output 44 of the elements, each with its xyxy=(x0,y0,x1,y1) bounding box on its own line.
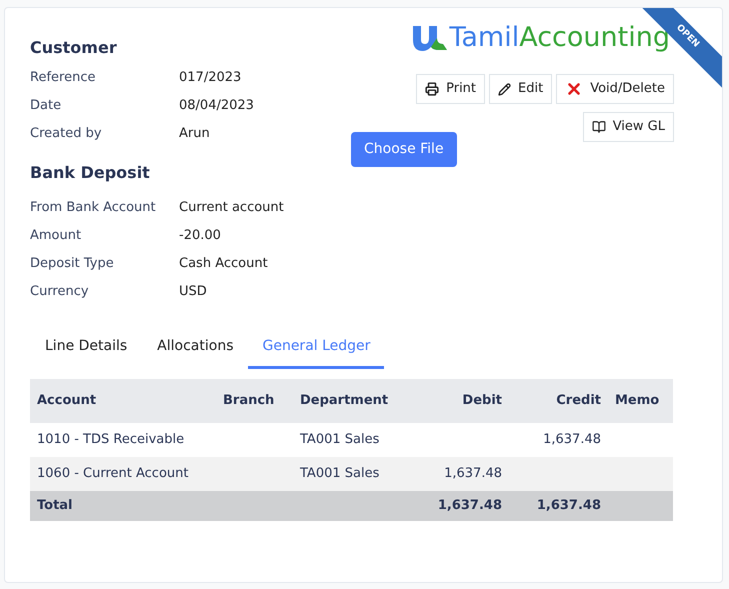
column-header: Memo xyxy=(614,392,660,410)
field-label: From Bank Account xyxy=(30,199,157,218)
choose-file-button[interactable]: Choose File xyxy=(351,132,457,167)
tab[interactable]: Line Details xyxy=(30,326,142,369)
column-header: Branch xyxy=(223,392,276,410)
table-cell: TA001 Sales xyxy=(300,466,380,482)
field-value: Current account xyxy=(179,199,284,218)
action-button[interactable]: Print xyxy=(416,74,486,104)
logo-text: Accounting xyxy=(519,24,670,50)
field-label: Deposit Type xyxy=(30,255,115,274)
table-cell: 1,637.48 xyxy=(543,432,601,448)
tab[interactable]: Allocations xyxy=(142,326,248,369)
table-cell: TA001 Sales xyxy=(300,432,380,448)
table-cell: Total xyxy=(37,498,73,514)
action-button[interactable]: View GL xyxy=(582,112,674,142)
field-label: Date xyxy=(30,97,62,116)
section-title: Bank Deposit xyxy=(30,162,151,184)
column-header: Department xyxy=(299,392,390,410)
table-cell: 1,637.48 xyxy=(438,498,502,514)
field-value: Arun xyxy=(179,125,210,144)
printer-icon xyxy=(425,82,440,96)
field-value: 017/2023 xyxy=(179,69,242,88)
logo-text: Tamil xyxy=(449,24,520,50)
field-value: -20.00 xyxy=(179,227,221,246)
column-header: Debit xyxy=(461,392,503,410)
section-title: Customer xyxy=(30,37,118,59)
column-header: Account xyxy=(36,392,98,410)
field-label: Reference xyxy=(30,69,96,88)
tab[interactable]: General Ledger xyxy=(248,326,384,369)
table-cell: 1,637.48 xyxy=(536,498,601,514)
field-label: Amount xyxy=(30,227,82,246)
action-button[interactable]: Void/Delete xyxy=(556,74,674,104)
field-label: Created by xyxy=(30,125,103,144)
column-header: Credit xyxy=(555,392,601,410)
field-value: Cash Account xyxy=(179,255,268,274)
table-cell: 1,637.48 xyxy=(444,466,502,482)
field-value: USD xyxy=(179,283,207,302)
pencil-icon xyxy=(498,82,512,96)
book-icon xyxy=(592,120,606,134)
table-cell: 1010 - TDS Receivable xyxy=(37,432,184,448)
table-cell: 1060 - Current Account xyxy=(37,466,188,482)
action-button[interactable]: Edit xyxy=(489,74,552,104)
field-label: Currency xyxy=(30,283,90,302)
field-value: 08/04/2023 xyxy=(179,97,254,116)
